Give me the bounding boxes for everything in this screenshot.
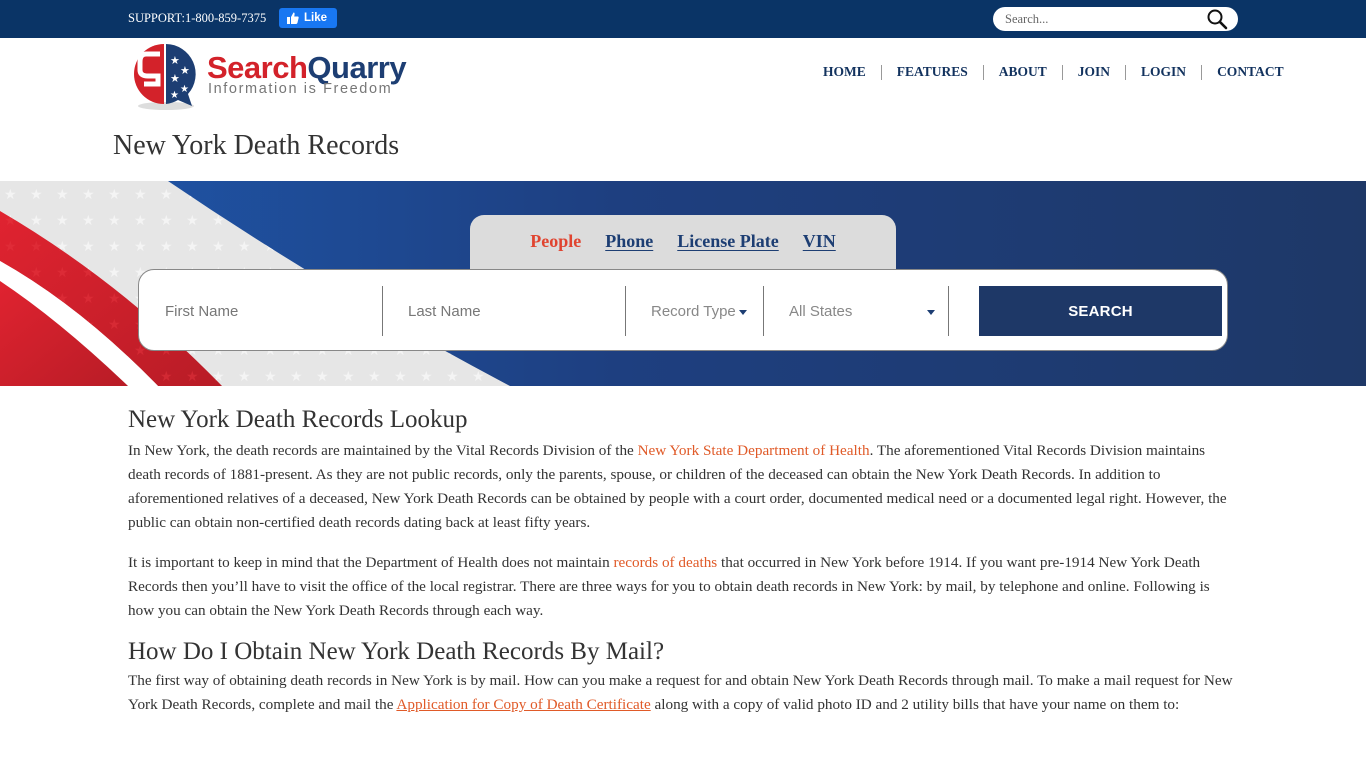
last-name-input[interactable] [408,302,618,320]
record-type-dropdown[interactable]: Record Type [651,286,763,336]
svg-text:★: ★ [180,64,190,77]
paragraph: It is important to keep in mind that the… [128,551,1238,623]
svg-text:★: ★ [170,72,180,85]
tab-people[interactable]: People [530,231,581,253]
nav-login[interactable]: LOGIN [1126,64,1201,80]
logo-tagline: Information is Freedom [208,81,393,97]
tab-phone[interactable]: Phone [605,231,653,253]
search-tabs: People Phone License Plate VIN [470,215,896,275]
svg-text:★: ★ [170,54,180,67]
text-span: In New York, the death records are maint… [128,442,638,459]
nav-features[interactable]: FEATURES [882,64,983,80]
state-select[interactable]: All States [789,286,935,336]
logo-mark-icon: ★ ★ ★ ★ ★ [134,44,196,110]
tab-vin[interactable]: VIN [803,231,836,253]
state-selected-value: All States [789,302,853,320]
search-icon[interactable] [1206,8,1228,30]
section-heading-by-mail: How Do I Obtain New York Death Records B… [128,638,665,665]
text-span: It is important to keep in mind that the… [128,554,614,571]
nav-about[interactable]: ABOUT [984,64,1062,80]
search-button[interactable]: SEARCH [979,286,1222,336]
link-records-of-deaths[interactable]: records of deaths [613,554,717,571]
chevron-down-icon [738,310,747,315]
field-divider [763,286,764,336]
logo[interactable]: ★ ★ ★ ★ ★ SearchQuarry Information is Fr… [130,40,425,112]
page-title: New York Death Records [113,130,400,161]
chevron-down-icon [927,310,935,315]
logo-word-quarry: Quarry [307,50,407,85]
paragraph: In New York, the death records are maint… [128,439,1238,535]
section-heading-lookup: New York Death Records Lookup [128,406,468,433]
text-span: along with a copy of valid photo ID and … [650,696,1180,713]
first-name-input[interactable] [165,302,375,320]
site-search [993,7,1238,31]
paragraph: The first way of obtaining death records… [128,669,1238,717]
nav-join[interactable]: JOIN [1063,64,1125,80]
link-ny-department-of-health[interactable]: New York State Department of Health [638,442,870,459]
tab-license-plate[interactable]: License Plate [677,231,778,253]
main-nav: HOME FEATURES ABOUT JOIN LOGIN CONTACT [808,64,1299,80]
site-search-input[interactable] [1005,10,1195,28]
last-name-field [408,286,618,336]
logo-word-search: Search [207,50,308,85]
link-death-certificate-application[interactable]: Application for Copy of Death Certificat… [396,696,650,713]
record-type-label: Record Type [651,302,736,320]
nav-contact[interactable]: CONTACT [1202,64,1299,80]
nav-home[interactable]: HOME [808,64,881,80]
thumbs-up-icon [287,12,299,24]
field-divider [382,286,383,336]
top-bar: SUPPORT:1-800-859-7375 Like [0,0,1366,38]
first-name-field [165,286,375,336]
support-phone[interactable]: SUPPORT:1-800-859-7375 [128,11,266,26]
facebook-like-button[interactable]: Like [279,8,337,28]
like-label: Like [304,12,328,24]
people-search-form: Record Type All States SEARCH [138,269,1228,351]
svg-text:★: ★ [170,90,179,101]
svg-text:★: ★ [180,84,189,95]
field-divider [625,286,626,336]
field-divider [948,286,949,336]
article: New York Death Records Lookup In New Yor… [128,403,1238,717]
